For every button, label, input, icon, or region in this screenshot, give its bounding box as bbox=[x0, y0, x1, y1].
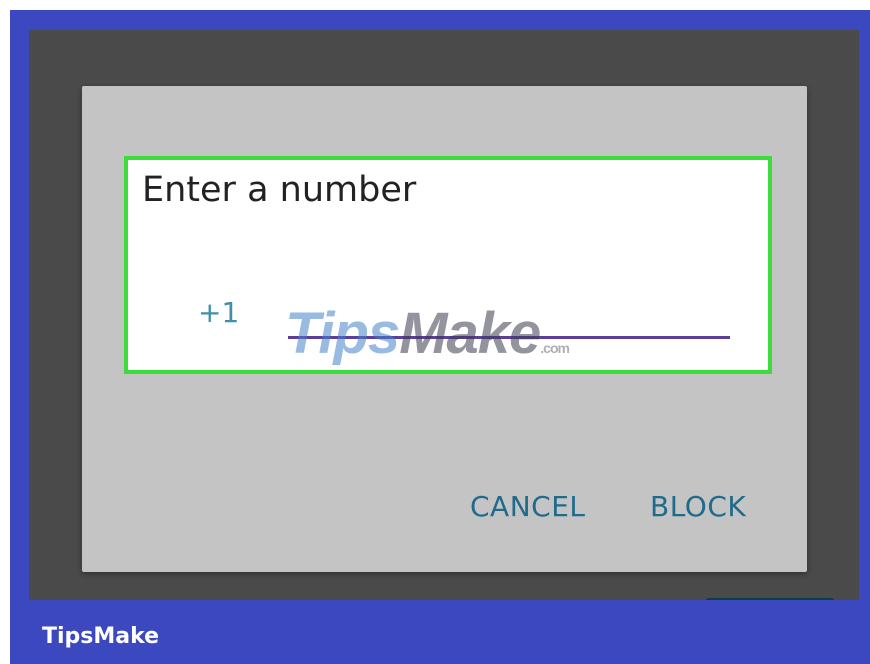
floating-action-button[interactable]: + bbox=[705, 598, 835, 600]
phone-number-input[interactable] bbox=[288, 308, 730, 339]
block-button[interactable]: BLOCK bbox=[650, 490, 746, 523]
country-code-label: +1 bbox=[198, 296, 240, 329]
brand-label: TipsMake bbox=[42, 624, 160, 649]
screenshot-frame: + Enter a number +1 TipsMake.com CANCEL … bbox=[0, 0, 870, 664]
dialog-title: Enter a number bbox=[142, 170, 417, 210]
number-entry-highlight: Enter a number +1 bbox=[124, 156, 772, 374]
cancel-button[interactable]: CANCEL bbox=[470, 490, 586, 523]
